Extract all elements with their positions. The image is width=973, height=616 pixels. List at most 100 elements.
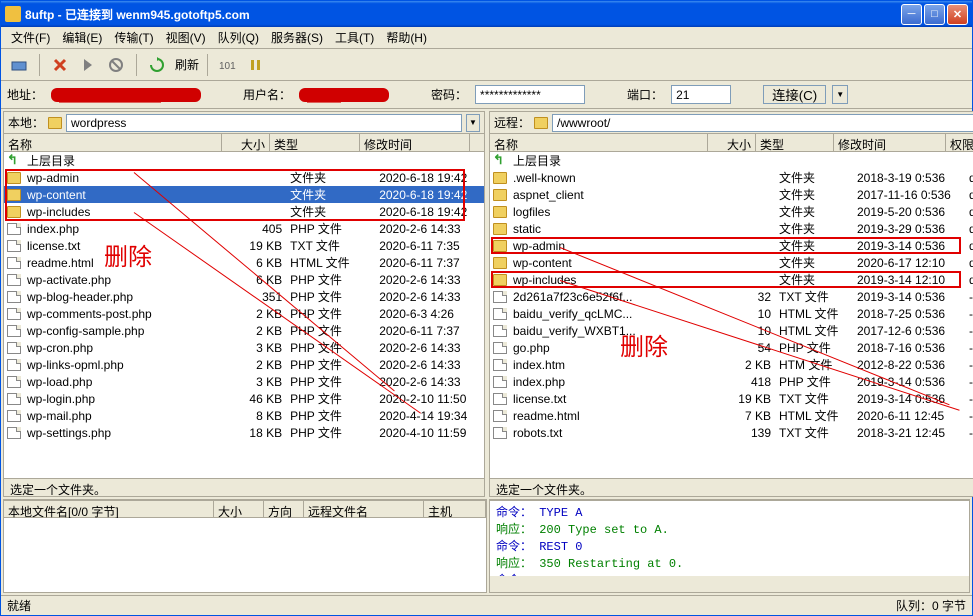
queue-list[interactable]: [4, 518, 486, 592]
queue-pane: 本地文件名[0/0 字节] 大小 方向 远程文件名 主机: [3, 499, 487, 593]
up-icon: ↰: [7, 155, 21, 167]
file-row[interactable]: index.php418PHP 文件2019-3-14 0:536-rwx:: [490, 373, 973, 390]
menu-view[interactable]: 视图(V): [160, 27, 212, 48]
file-icon: [493, 325, 507, 337]
file-row[interactable]: aspnet_client文件夹2017-11-16 0:536drwx:: [490, 186, 973, 203]
col-size[interactable]: 大小: [222, 134, 270, 151]
file-row[interactable]: license.txt19 KBTXT 文件2019-3-14 0:536-rw…: [490, 390, 973, 407]
up-icon: ↰: [493, 155, 507, 167]
menu-queue[interactable]: 队列(Q): [212, 27, 265, 48]
menu-tools[interactable]: 工具(T): [329, 27, 380, 48]
col-name[interactable]: 名称: [490, 134, 708, 151]
menu-server[interactable]: 服务器(S): [265, 27, 329, 48]
col-perm[interactable]: 权限: [946, 134, 973, 151]
port-input[interactable]: [671, 85, 731, 104]
file-row[interactable]: wp-admin文件夹2020-6-18 19:42: [4, 169, 484, 186]
remote-pathbar: 远程： ▼: [490, 112, 973, 134]
file-icon: [493, 427, 507, 439]
file-row[interactable]: baidu_verify_WXBT1...10HTML 文件2017-12-6 …: [490, 322, 973, 339]
file-row[interactable]: robots.txt139TXT 文件2018-3-21 12:45-rwx:: [490, 424, 973, 441]
connect-icon[interactable]: [7, 53, 31, 77]
col-size[interactable]: 大小: [708, 134, 756, 151]
file-row[interactable]: readme.html7 KBHTML 文件2020-6-11 12:45-rw…: [490, 407, 973, 424]
file-row[interactable]: wp-content文件夹2020-6-18 19:42: [4, 186, 484, 203]
file-row[interactable]: 2d261a7f23c6e52f6f...32TXT 文件2019-3-14 0…: [490, 288, 973, 305]
qcol-host[interactable]: 主机: [424, 501, 486, 517]
qcol-size[interactable]: 大小: [214, 501, 264, 517]
local-path-input[interactable]: [66, 114, 462, 132]
file-row[interactable]: wp-cron.php3 KBPHP 文件2020-2-6 14:33: [4, 339, 484, 356]
menu-help[interactable]: 帮助(H): [380, 27, 433, 48]
qcol-name[interactable]: 本地文件名[0/0 字节]: [4, 501, 214, 517]
local-path-dropdown[interactable]: ▼: [466, 114, 480, 132]
binary-mode-icon[interactable]: 101: [216, 53, 240, 77]
app-icon: [5, 6, 21, 22]
titlebar[interactable]: 8uftp - 已连接到 wenm945.gotoftp5.com ─ □ ✕: [1, 1, 972, 27]
updir-row[interactable]: ↰ 上层目录: [4, 152, 484, 169]
file-row[interactable]: wp-config-sample.php2 KBPHP 文件2020-6-11 …: [4, 322, 484, 339]
menu-edit[interactable]: 编辑(E): [56, 27, 108, 48]
minimize-button[interactable]: ─: [901, 4, 922, 25]
col-mod[interactable]: 修改时间: [360, 134, 470, 151]
file-row[interactable]: license.txt19 KBTXT 文件2020-6-11 7:35: [4, 237, 484, 254]
file-row[interactable]: baidu_verify_qcLMC...10HTML 文件2018-7-25 …: [490, 305, 973, 322]
menu-transfer[interactable]: 传输(T): [108, 27, 159, 48]
addr-input[interactable]: ████████████: [51, 88, 201, 102]
abort-icon[interactable]: [104, 53, 128, 77]
remote-file-list[interactable]: ↰ 上层目录 .well-known文件夹2018-3-19 0:536drwx…: [490, 152, 973, 478]
qcol-remote[interactable]: 远程文件名: [304, 501, 424, 517]
reconnect-icon[interactable]: [76, 53, 100, 77]
file-row[interactable]: static文件夹2019-3-29 0:536drwx:: [490, 220, 973, 237]
file-row[interactable]: wp-activate.php6 KBPHP 文件2020-2-6 14:33: [4, 271, 484, 288]
file-row[interactable]: wp-settings.php18 KBPHP 文件2020-4-10 11:5…: [4, 424, 484, 441]
file-row[interactable]: wp-includes文件夹2020-6-18 19:42: [4, 203, 484, 220]
user-label: 用户名：: [243, 86, 291, 103]
pass-input[interactable]: [475, 85, 585, 104]
menu-file[interactable]: 文件(F): [5, 27, 56, 48]
file-row[interactable]: readme.html6 KBHTML 文件2020-6-11 7:37: [4, 254, 484, 271]
local-status: 选定一个文件夹。: [4, 478, 484, 496]
file-icon: [7, 223, 21, 235]
file-row[interactable]: wp-includes文件夹2019-3-14 12:10drwx:: [490, 271, 973, 288]
remote-pane: 远程： ▼ 名称 大小 类型 修改时间 权限 ↰ 上层目录: [489, 111, 973, 497]
updir-row[interactable]: ↰ 上层目录: [490, 152, 973, 169]
user-input[interactable]: ████: [299, 88, 389, 102]
col-name[interactable]: 名称: [4, 134, 222, 151]
file-row[interactable]: wp-load.php3 KBPHP 文件2020-2-6 14:33: [4, 373, 484, 390]
pause-icon[interactable]: [244, 53, 268, 77]
file-row[interactable]: wp-login.php46 KBPHP 文件2020-2-10 11:50: [4, 390, 484, 407]
file-icon: [7, 308, 21, 320]
file-row[interactable]: .well-known文件夹2018-3-19 0:536drwx:: [490, 169, 973, 186]
file-icon: [7, 291, 21, 303]
file-row[interactable]: wp-blog-header.php351PHP 文件2020-2-6 14:3…: [4, 288, 484, 305]
file-icon: [7, 257, 21, 269]
file-row[interactable]: logfiles文件夹2019-5-20 0:536drwx:: [490, 203, 973, 220]
local-file-list[interactable]: ↰ 上层目录 wp-admin文件夹2020-6-18 19:42wp-cont…: [4, 152, 484, 478]
connect-button[interactable]: 连接(C): [763, 85, 826, 104]
file-row[interactable]: index.php405PHP 文件2020-2-6 14:33: [4, 220, 484, 237]
col-type[interactable]: 类型: [756, 134, 834, 151]
qcol-dir[interactable]: 方向: [264, 501, 304, 517]
log-list[interactable]: 命令： TYPE A响应： 200 Type set to A.命令： REST…: [490, 500, 969, 576]
close-button[interactable]: ✕: [947, 4, 968, 25]
disconnect-icon[interactable]: [48, 53, 72, 77]
file-row[interactable]: wp-comments-post.php2 KBPHP 文件2020-6-3 4…: [4, 305, 484, 322]
connect-dropdown[interactable]: ▼: [832, 85, 848, 104]
svg-text:101: 101: [219, 61, 236, 72]
refresh-icon[interactable]: [145, 53, 169, 77]
local-path-label: 本地：: [8, 114, 44, 131]
file-row[interactable]: index.htm2 KBHTM 文件2012-8-22 0:536-rwx:: [490, 356, 973, 373]
window-title: 8uftp - 已连接到 wenm945.gotoftp5.com: [25, 6, 901, 23]
remote-path-input[interactable]: [552, 114, 973, 132]
col-type[interactable]: 类型: [270, 134, 360, 151]
maximize-button[interactable]: □: [924, 4, 945, 25]
app-window: 8uftp - 已连接到 wenm945.gotoftp5.com ─ □ ✕ …: [0, 0, 973, 616]
file-row[interactable]: go.php54PHP 文件2018-7-16 0:536-rwx:: [490, 339, 973, 356]
file-icon: [493, 410, 507, 422]
file-row[interactable]: wp-admin文件夹2019-3-14 0:536drwx:: [490, 237, 973, 254]
file-row[interactable]: wp-links-opml.php2 KBPHP 文件2020-2-6 14:3…: [4, 356, 484, 373]
col-mod[interactable]: 修改时间: [834, 134, 946, 151]
file-row[interactable]: wp-content文件夹2020-6-17 12:10drwx:: [490, 254, 973, 271]
folder-icon: [493, 223, 507, 235]
file-row[interactable]: wp-mail.php8 KBPHP 文件2020-4-14 19:34: [4, 407, 484, 424]
